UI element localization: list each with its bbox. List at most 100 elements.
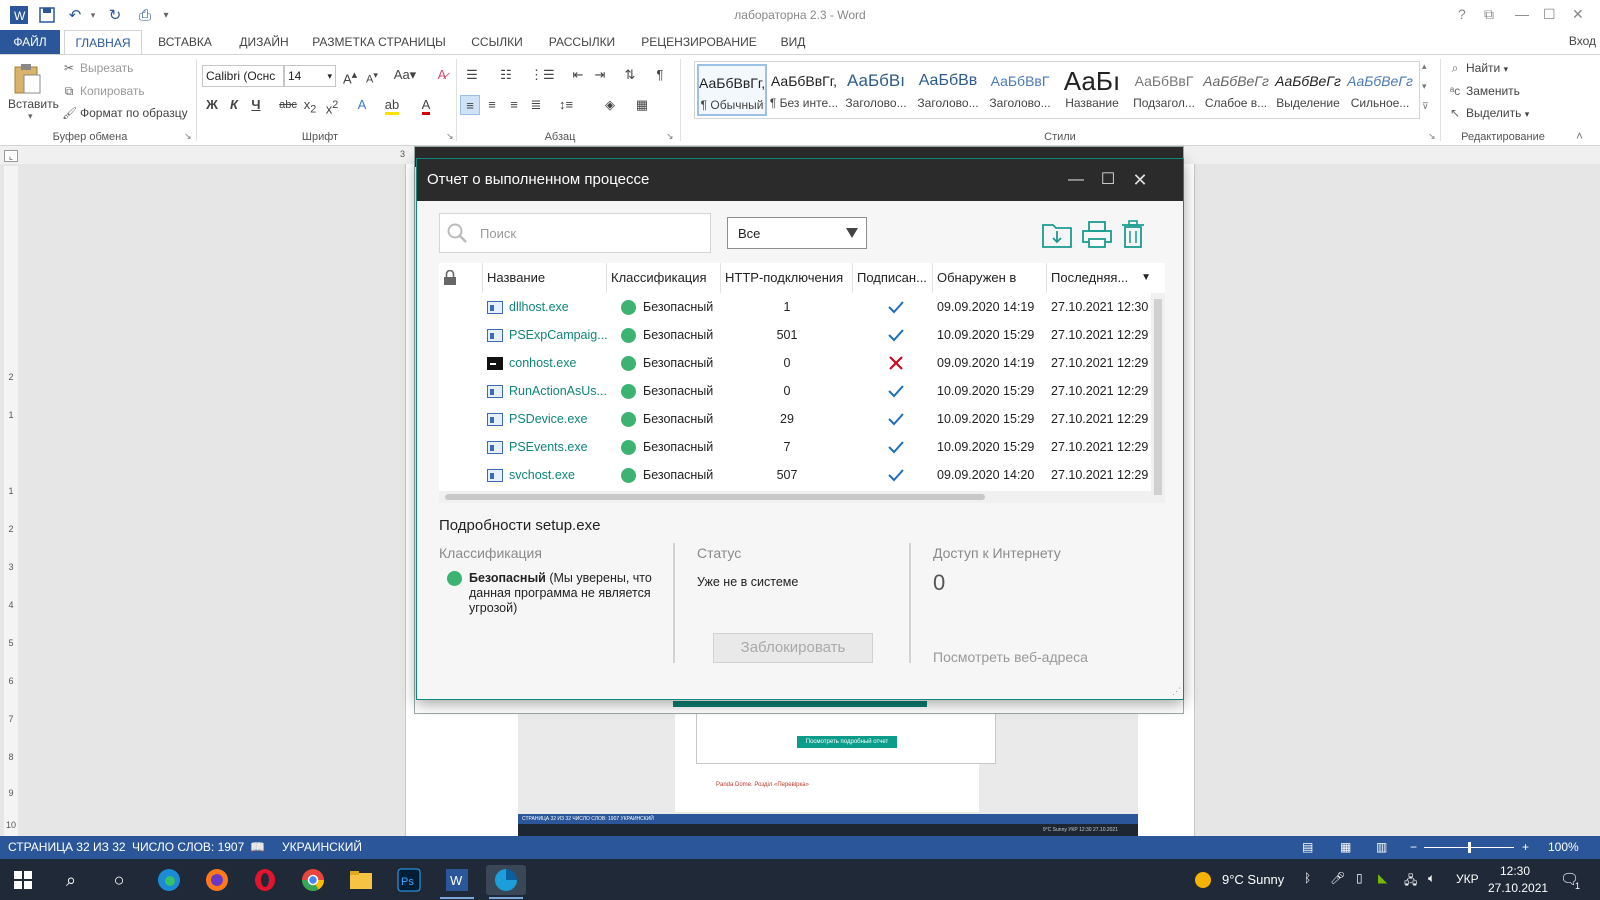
shrink-font-icon[interactable]: A▾ [362,65,382,86]
web-layout-icon[interactable]: ▥ [1376,836,1387,859]
style-subtitle[interactable]: АаБбВвГ Подзагол... [1129,64,1199,116]
style-subtle-emphasis[interactable]: АаБбВеГг Слабое в... [1201,64,1271,116]
sort-icon[interactable]: ⇅ [620,65,640,85]
tab-design[interactable]: ДИЗАЙН [228,30,300,54]
superscript-icon[interactable]: x2 [322,95,342,116]
table-row[interactable]: PSEvents.exe Безопасный 7 10.09.2020 15:29 2… [439,433,1149,461]
underline-button[interactable]: Ч [246,95,266,115]
proofing-icon[interactable]: 📖 [250,836,265,859]
minimize-icon[interactable]: — [1515,6,1529,22]
dialog-minimize-icon[interactable]: — [1063,167,1089,193]
style-heading2[interactable]: АаБбВв Заголово... [913,64,983,116]
weather-sun-icon[interactable] [1192,865,1214,895]
filter-select[interactable]: Все [727,217,867,249]
style-emphasis[interactable]: АаБбВеГг Выделение [1273,64,1343,116]
microphone-icon[interactable]: 🎤︎ [1330,871,1345,885]
clipboard-launcher-icon[interactable]: ↘ [184,131,192,142]
justify-icon[interactable]: ≣ [526,95,546,115]
task-view-icon[interactable]: ○ [104,865,134,895]
cut-button[interactable]: ✂ Вырезать [62,61,133,75]
align-left-icon[interactable]: ≡ [460,95,480,115]
table-row[interactable]: conhost.exe Безопасный 0 09.09.2020 14:19 27… [439,349,1149,377]
opera-icon[interactable] [250,865,280,895]
clock-time[interactable]: 12:30 [1500,864,1530,878]
format-painter-button[interactable]: 🖌 Формат по образцу [62,106,188,120]
view-urls-link[interactable]: Посмотреть веб-адреса [933,649,1088,665]
select-button[interactable]: ↖ Выделить ▾ [1448,106,1529,120]
styles-launcher-icon[interactable]: ↘ [1428,131,1436,142]
text-effects-icon[interactable]: A [352,95,372,115]
font-size-select[interactable]: 14 ▾ [284,65,336,87]
word-count[interactable]: ЧИСЛО СЛОВ: 1907 [132,836,244,859]
zoom-level[interactable]: 100% [1548,836,1579,859]
language[interactable]: УКРАИНСКИЙ [282,836,362,859]
table-row[interactable]: PSDevice.exe Безопасный 29 10.09.2020 15:29… [439,405,1149,433]
scroll-thumb[interactable] [445,494,985,500]
zoom-out-icon[interactable]: − [1410,836,1417,859]
collapse-ribbon-icon[interactable]: ˄ [1576,129,1583,143]
column-header-signed[interactable]: Подписан... [853,263,933,293]
scroll-thumb[interactable] [1154,299,1162,495]
borders-icon[interactable]: ▦ [632,95,652,115]
line-spacing-icon[interactable]: ↕≡ [556,95,576,115]
process-name[interactable]: RunActionAsUs... [509,377,609,405]
edge-icon[interactable] [154,865,184,895]
bluetooth-tray-icon[interactable]: ᛒ [1304,871,1311,885]
panda-app-icon[interactable] [486,865,526,895]
maximize-icon[interactable]: ☐ [1543,6,1556,23]
input-language[interactable]: УКР [1456,872,1479,886]
ribbon-display-icon[interactable]: ⧉ [1484,6,1494,23]
tab-selector-icon[interactable]: ⌞ [4,150,18,162]
nvidia-icon[interactable]: ◣ [1378,871,1387,885]
paragraph-launcher-icon[interactable]: ↘ [666,131,674,142]
styles-scroll-up-icon[interactable]: ▴ [1422,61,1427,72]
read-mode-icon[interactable]: ▤ [1302,836,1313,859]
usb-icon[interactable]: ▯ [1356,871,1363,885]
font-launcher-icon[interactable]: ↘ [446,131,454,142]
replace-button[interactable]: ᵃc Заменить [1448,84,1520,98]
increase-indent-icon[interactable]: ⇥ [590,65,610,85]
column-header-name[interactable]: Название [483,263,607,293]
copy-button[interactable]: ⧉ Копировать [62,84,145,99]
change-case-icon[interactable]: Aa▾ [392,65,418,85]
style-heading1[interactable]: АаБбВı Заголово... [841,64,911,116]
signin-link[interactable]: Вход [1569,34,1596,48]
zoom-in-icon[interactable]: + [1522,836,1529,859]
network-icon[interactable]: 🖧︎ [1404,871,1417,892]
search-input[interactable]: Поиск [439,213,711,253]
resize-grip-icon[interactable]: ⋰ [1172,686,1181,697]
weather-text[interactable]: 9°C Sunny [1222,872,1284,887]
firefox-icon[interactable] [202,865,232,895]
process-name[interactable]: PSDevice.exe [509,405,609,433]
help-icon[interactable]: ? [1458,6,1466,22]
clear-format-icon[interactable]: A̷ [432,65,452,85]
subscript-icon[interactable]: x2 [300,95,320,116]
volume-icon[interactable]: 🔈︎ [1428,871,1435,886]
multilevel-list-icon[interactable]: ⋮☰ [530,65,555,85]
tab-references[interactable]: ССЫЛКИ [464,30,530,54]
print-layout-icon[interactable]: ▦ [1340,836,1351,859]
align-center-icon[interactable]: ≡ [482,95,502,115]
strikethrough-button[interactable]: abc [278,95,298,115]
process-name[interactable]: PSExpCampaig... [509,321,609,349]
photoshop-icon[interactable]: Ps [394,865,424,895]
file-explorer-icon[interactable] [346,865,376,895]
column-header-found[interactable]: Обнаружен в [933,263,1047,293]
style-no-spacing[interactable]: АаБбВвГг, ¶ Без инте... [769,64,839,116]
word-app-icon[interactable]: W [442,865,472,895]
tab-view[interactable]: ВИД [776,30,810,54]
tab-mailings[interactable]: РАССЫЛКИ [542,30,622,54]
font-color-icon[interactable]: A [416,95,436,115]
show-marks-icon[interactable]: ¶ [650,65,670,85]
page-count[interactable]: СТРАНИЦА 32 ИЗ 32 [8,836,126,859]
shading-icon[interactable]: ◈ [600,95,620,115]
styles-scroll-down-icon[interactable]: ▾ [1422,81,1427,92]
table-row[interactable]: dllhost.exe Безопасный 1 09.09.2020 14:19 27… [439,293,1149,321]
tab-insert[interactable]: ВСТАВКА [150,30,220,54]
grow-font-icon[interactable]: A▴ [340,65,360,86]
decrease-indent-icon[interactable]: ⇤ [568,65,588,85]
dialog-close-icon[interactable]: ✕ [1127,167,1153,193]
search-icon[interactable]: ⌕ [56,865,86,895]
bold-button[interactable]: Ж [202,95,222,115]
delete-icon[interactable] [1117,219,1149,249]
